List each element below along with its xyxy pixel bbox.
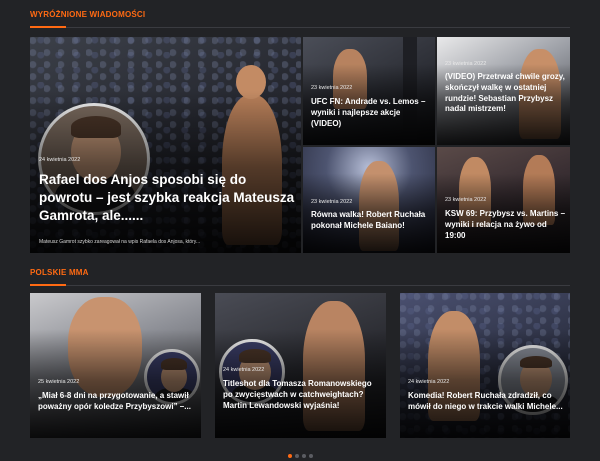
- featured-section-header: WYRÓŻNIONE WIADOMOŚCI: [30, 10, 570, 30]
- article-date: 23 kwietnia 2022: [445, 197, 487, 203]
- article-title[interactable]: UFC FN: Andrade vs. Lemos – wyniki i naj…: [311, 97, 431, 129]
- article-title[interactable]: Rafael dos Anjos sposobi się do powrotu …: [39, 171, 295, 226]
- page: WYRÓŻNIONE WIADOMOŚCI 24 kwietnia 2022 R…: [0, 0, 600, 461]
- article-excerpt: Mateusz Gamrot szybko zareagował na wpis…: [39, 239, 201, 245]
- pagination-dot-active[interactable]: [288, 454, 292, 458]
- image-overlay: [215, 293, 386, 438]
- article-title[interactable]: Równa walka! Robert Ruchała pokonał Mich…: [311, 210, 431, 232]
- article-date: 24 kwietnia 2022: [408, 379, 450, 385]
- pagination-dot[interactable]: [295, 454, 299, 458]
- section-divider: [30, 285, 570, 286]
- article-date: 23 kwietnia 2022: [445, 61, 487, 67]
- featured-article-1[interactable]: 23 kwietnia 2022 UFC FN: Andrade vs. Lem…: [303, 37, 435, 145]
- article-date: 24 kwietnia 2022: [39, 157, 81, 163]
- featured-article-2[interactable]: 23 kwietnia 2022 (VIDEO) Przetrwał chwil…: [437, 37, 570, 145]
- section-divider: [30, 27, 570, 28]
- pagination-dot[interactable]: [302, 454, 306, 458]
- article-title[interactable]: KSW 69: Przybysz vs. Martins – wyniki i …: [445, 209, 567, 241]
- article-date: 23 kwietnia 2022: [311, 85, 353, 91]
- pagination-dot[interactable]: [309, 454, 313, 458]
- article-date: 25 kwietnia 2022: [38, 379, 80, 385]
- section-title: POLSKIE MMA: [30, 268, 89, 277]
- polish-mma-section-header: POLSKIE MMA: [30, 268, 570, 288]
- polish-article-2[interactable]: 24 kwietnia 2022 Titleshot dla Tomasza R…: [215, 293, 386, 438]
- polish-article-3[interactable]: 24 kwietnia 2022 Komedia! Robert Ruchała…: [400, 293, 570, 438]
- article-date: 23 kwietnia 2022: [311, 199, 353, 205]
- article-date: 24 kwietnia 2022: [223, 367, 265, 373]
- article-title[interactable]: „Miał 6-8 dni na przygotowanie, a stawił…: [38, 391, 198, 413]
- section-accent-bar: [30, 26, 66, 28]
- article-title[interactable]: Komedia! Robert Ruchała zdradził, co mów…: [408, 391, 568, 413]
- image-overlay: [400, 293, 570, 438]
- section-title: WYRÓŻNIONE WIADOMOŚCI: [30, 10, 146, 19]
- image-overlay: [30, 293, 201, 438]
- featured-article-4[interactable]: 23 kwietnia 2022 KSW 69: Przybysz vs. Ma…: [437, 147, 570, 253]
- section-accent-bar: [30, 284, 66, 286]
- featured-article-3[interactable]: 23 kwietnia 2022 Równa walka! Robert Ruc…: [303, 147, 435, 253]
- article-title[interactable]: Titleshot dla Tomasza Romanowskiego po z…: [223, 379, 383, 411]
- polish-article-1[interactable]: 25 kwietnia 2022 „Miał 6-8 dni na przygo…: [30, 293, 201, 438]
- article-title[interactable]: (VIDEO) Przetrwał chwile grozy, skończył…: [445, 72, 567, 115]
- featured-main-article[interactable]: 24 kwietnia 2022 Rafael dos Anjos sposob…: [30, 37, 301, 253]
- carousel-pagination: [288, 454, 313, 458]
